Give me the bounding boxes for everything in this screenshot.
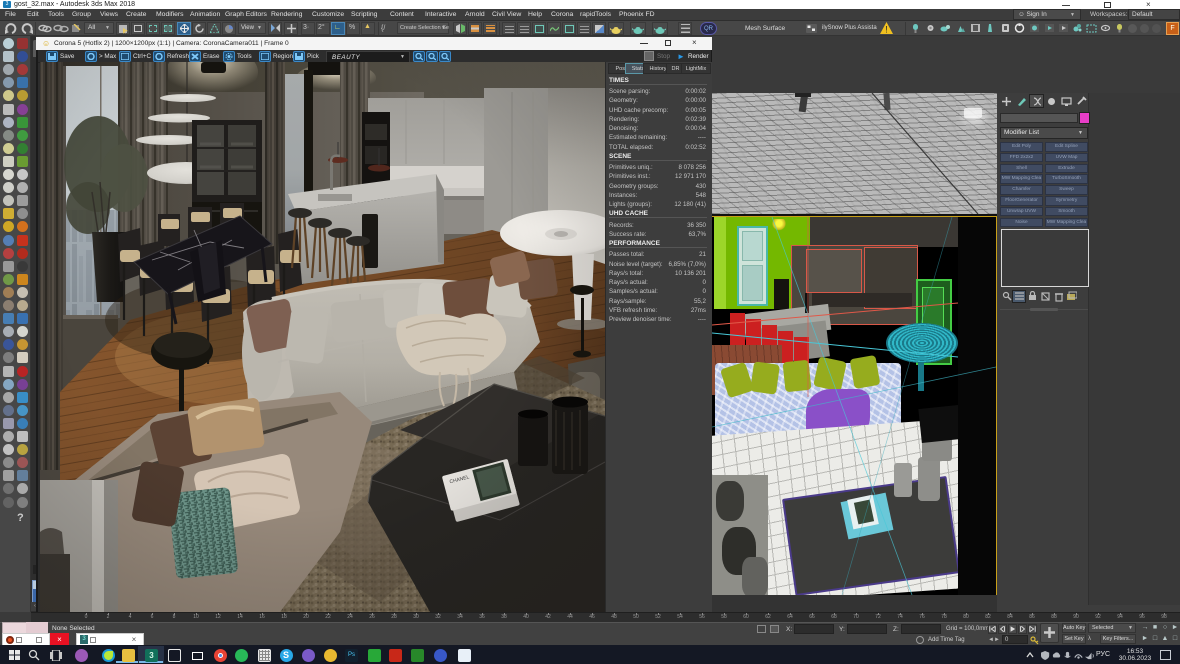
svg-text:!: ! [885, 25, 888, 35]
